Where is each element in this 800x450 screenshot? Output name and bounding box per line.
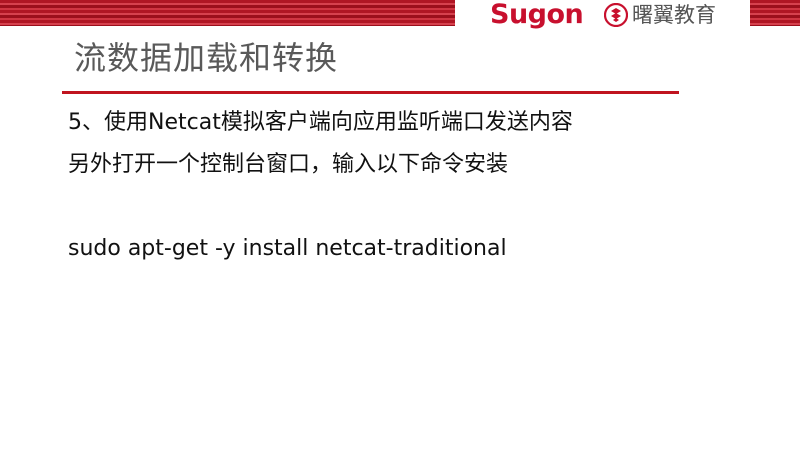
body-line-instruction: 另外打开一个控制台窗口，输入以下命令安装 xyxy=(68,152,509,177)
ruiyi-education-logo-text: 曙翼教育 xyxy=(632,3,716,27)
sugon-logo: Sugon xyxy=(490,0,584,30)
ruiyi-emblem-icon xyxy=(604,3,628,27)
body-line-command: sudo apt-get -y install netcat-tradition… xyxy=(68,236,507,261)
slide-title: 流数据加载和转换 xyxy=(74,39,339,77)
body-line-step: 5、使用Netcat模拟客户端向应用监听端口发送内容 xyxy=(68,110,573,135)
header-stripe-band-right xyxy=(750,0,800,26)
header-stripe-band xyxy=(0,0,455,26)
title-divider xyxy=(62,91,679,94)
